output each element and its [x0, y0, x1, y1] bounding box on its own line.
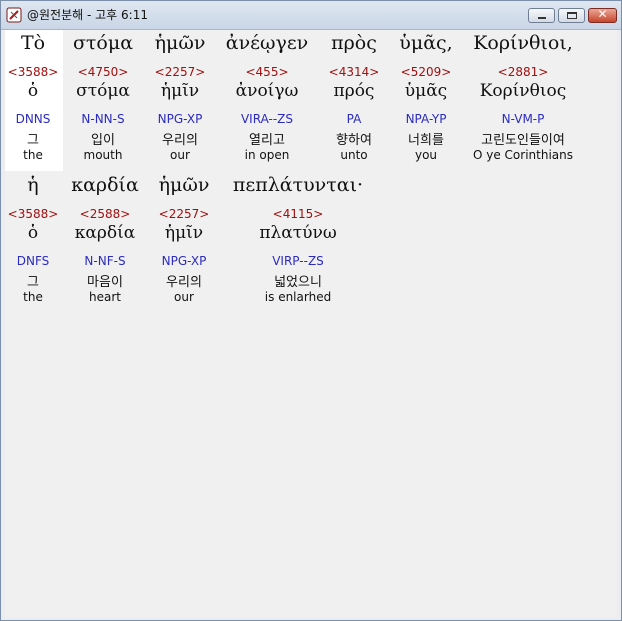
greek-word: ἀνέῳγεν — [225, 32, 309, 54]
minimize-icon — [538, 17, 546, 19]
strong-number[interactable]: <3588> — [8, 207, 59, 221]
lemma: ὑμᾶς — [404, 81, 448, 101]
parsing-code: NPG-XP — [157, 112, 203, 126]
strong-number[interactable]: <2257> — [155, 65, 206, 79]
english-gloss: O ye Corinthians — [472, 148, 574, 162]
strong-number[interactable]: <2257> — [159, 207, 210, 221]
english-gloss: the — [23, 148, 43, 162]
greek-word: πρὸς — [331, 32, 377, 54]
korean-gloss: 넓었으니 — [274, 275, 322, 290]
lemma: στόμα — [76, 81, 130, 101]
lemma: Κορίνθιος — [479, 81, 567, 101]
lemma: καρδία — [74, 223, 136, 243]
lemma: πλατύνω — [259, 223, 337, 243]
lemma: ὁ — [27, 81, 39, 101]
parsing-code: VIRP--ZS — [272, 254, 324, 268]
close-icon: ✕ — [597, 7, 608, 21]
app-window: @원전분해 - 고후 6:11 ✕ Τὸ <3588> ὁ DNNS 그 the… — [0, 0, 622, 621]
parsing-code: NPA-YP — [405, 112, 447, 126]
app-icon — [6, 7, 22, 23]
lemma: ὁ — [27, 223, 39, 243]
greek-word: ἡμῶν — [158, 174, 210, 196]
close-button[interactable]: ✕ — [588, 7, 617, 23]
korean-gloss: 향하여 — [336, 133, 372, 148]
lemma: ἡμῖν — [164, 223, 204, 243]
greek-word: καρδία — [71, 174, 139, 196]
parsing-code: N-VM-P — [501, 112, 545, 126]
greek-word: ἡμῶν — [154, 32, 206, 54]
parsing-code: DNFS — [16, 254, 50, 268]
strong-number[interactable]: <2588> — [80, 207, 131, 221]
english-gloss: you — [414, 148, 438, 162]
korean-gloss: 고린도인들이여 — [481, 133, 565, 148]
english-gloss: mouth — [83, 148, 123, 162]
parsing-code: VIRA--ZS — [240, 112, 294, 126]
lemma: ἀνοίγω — [235, 81, 299, 101]
greek-word: ὑμᾶς, — [399, 32, 453, 54]
greek-word: Τὸ — [20, 32, 46, 54]
greek-word: Κορίνθιοι, — [473, 32, 573, 54]
english-gloss: the — [23, 290, 43, 304]
title-bar[interactable]: @원전분해 - 고후 6:11 ✕ — [1, 1, 621, 30]
korean-gloss: 마음이 — [87, 275, 123, 290]
strong-number[interactable]: <3588> — [8, 65, 59, 79]
maximize-icon — [567, 12, 577, 19]
strong-number[interactable]: <4314> — [329, 65, 380, 79]
korean-gloss: 그 — [27, 133, 39, 148]
strong-number[interactable]: <2881> — [498, 65, 549, 79]
english-gloss: unto — [340, 148, 368, 162]
parsing-code: PA — [346, 112, 362, 126]
strong-number[interactable]: <5209> — [401, 65, 452, 79]
english-gloss: is enlarhed — [264, 290, 332, 304]
interlinear-view: Τὸ <3588> ὁ DNNS 그 the στόμα <4750> στόμ… — [5, 30, 617, 617]
greek-word: στόμα — [72, 32, 134, 54]
parsing-code: NPG-XP — [161, 254, 207, 268]
parsing-code: N-NF-S — [84, 254, 126, 268]
english-gloss: our — [174, 290, 194, 304]
strong-number[interactable]: <4115> — [273, 207, 324, 221]
lemma: πρός — [333, 81, 375, 101]
strong-number[interactable]: <455> — [245, 65, 288, 79]
english-gloss: our — [170, 148, 190, 162]
greek-word: πεπλάτυνται· — [232, 174, 364, 196]
korean-gloss: 그 — [27, 275, 39, 290]
window-title: @원전분해 - 고후 6:11 — [27, 8, 148, 22]
english-gloss: heart — [89, 290, 121, 304]
strong-number[interactable]: <4750> — [78, 65, 129, 79]
greek-word: ἡ — [27, 174, 39, 196]
parsing-code: DNNS — [15, 112, 51, 126]
korean-gloss: 우리의 — [162, 133, 198, 148]
korean-gloss: 우리의 — [166, 275, 202, 290]
parsing-code: N-NN-S — [81, 112, 125, 126]
english-gloss: in open — [244, 148, 290, 162]
korean-gloss: 열리고 — [249, 133, 285, 148]
korean-gloss: 너희를 — [408, 133, 444, 148]
maximize-button[interactable] — [558, 8, 585, 23]
lemma: ἡμῖν — [160, 81, 200, 101]
minimize-button[interactable] — [528, 8, 555, 23]
korean-gloss: 입이 — [91, 133, 115, 148]
